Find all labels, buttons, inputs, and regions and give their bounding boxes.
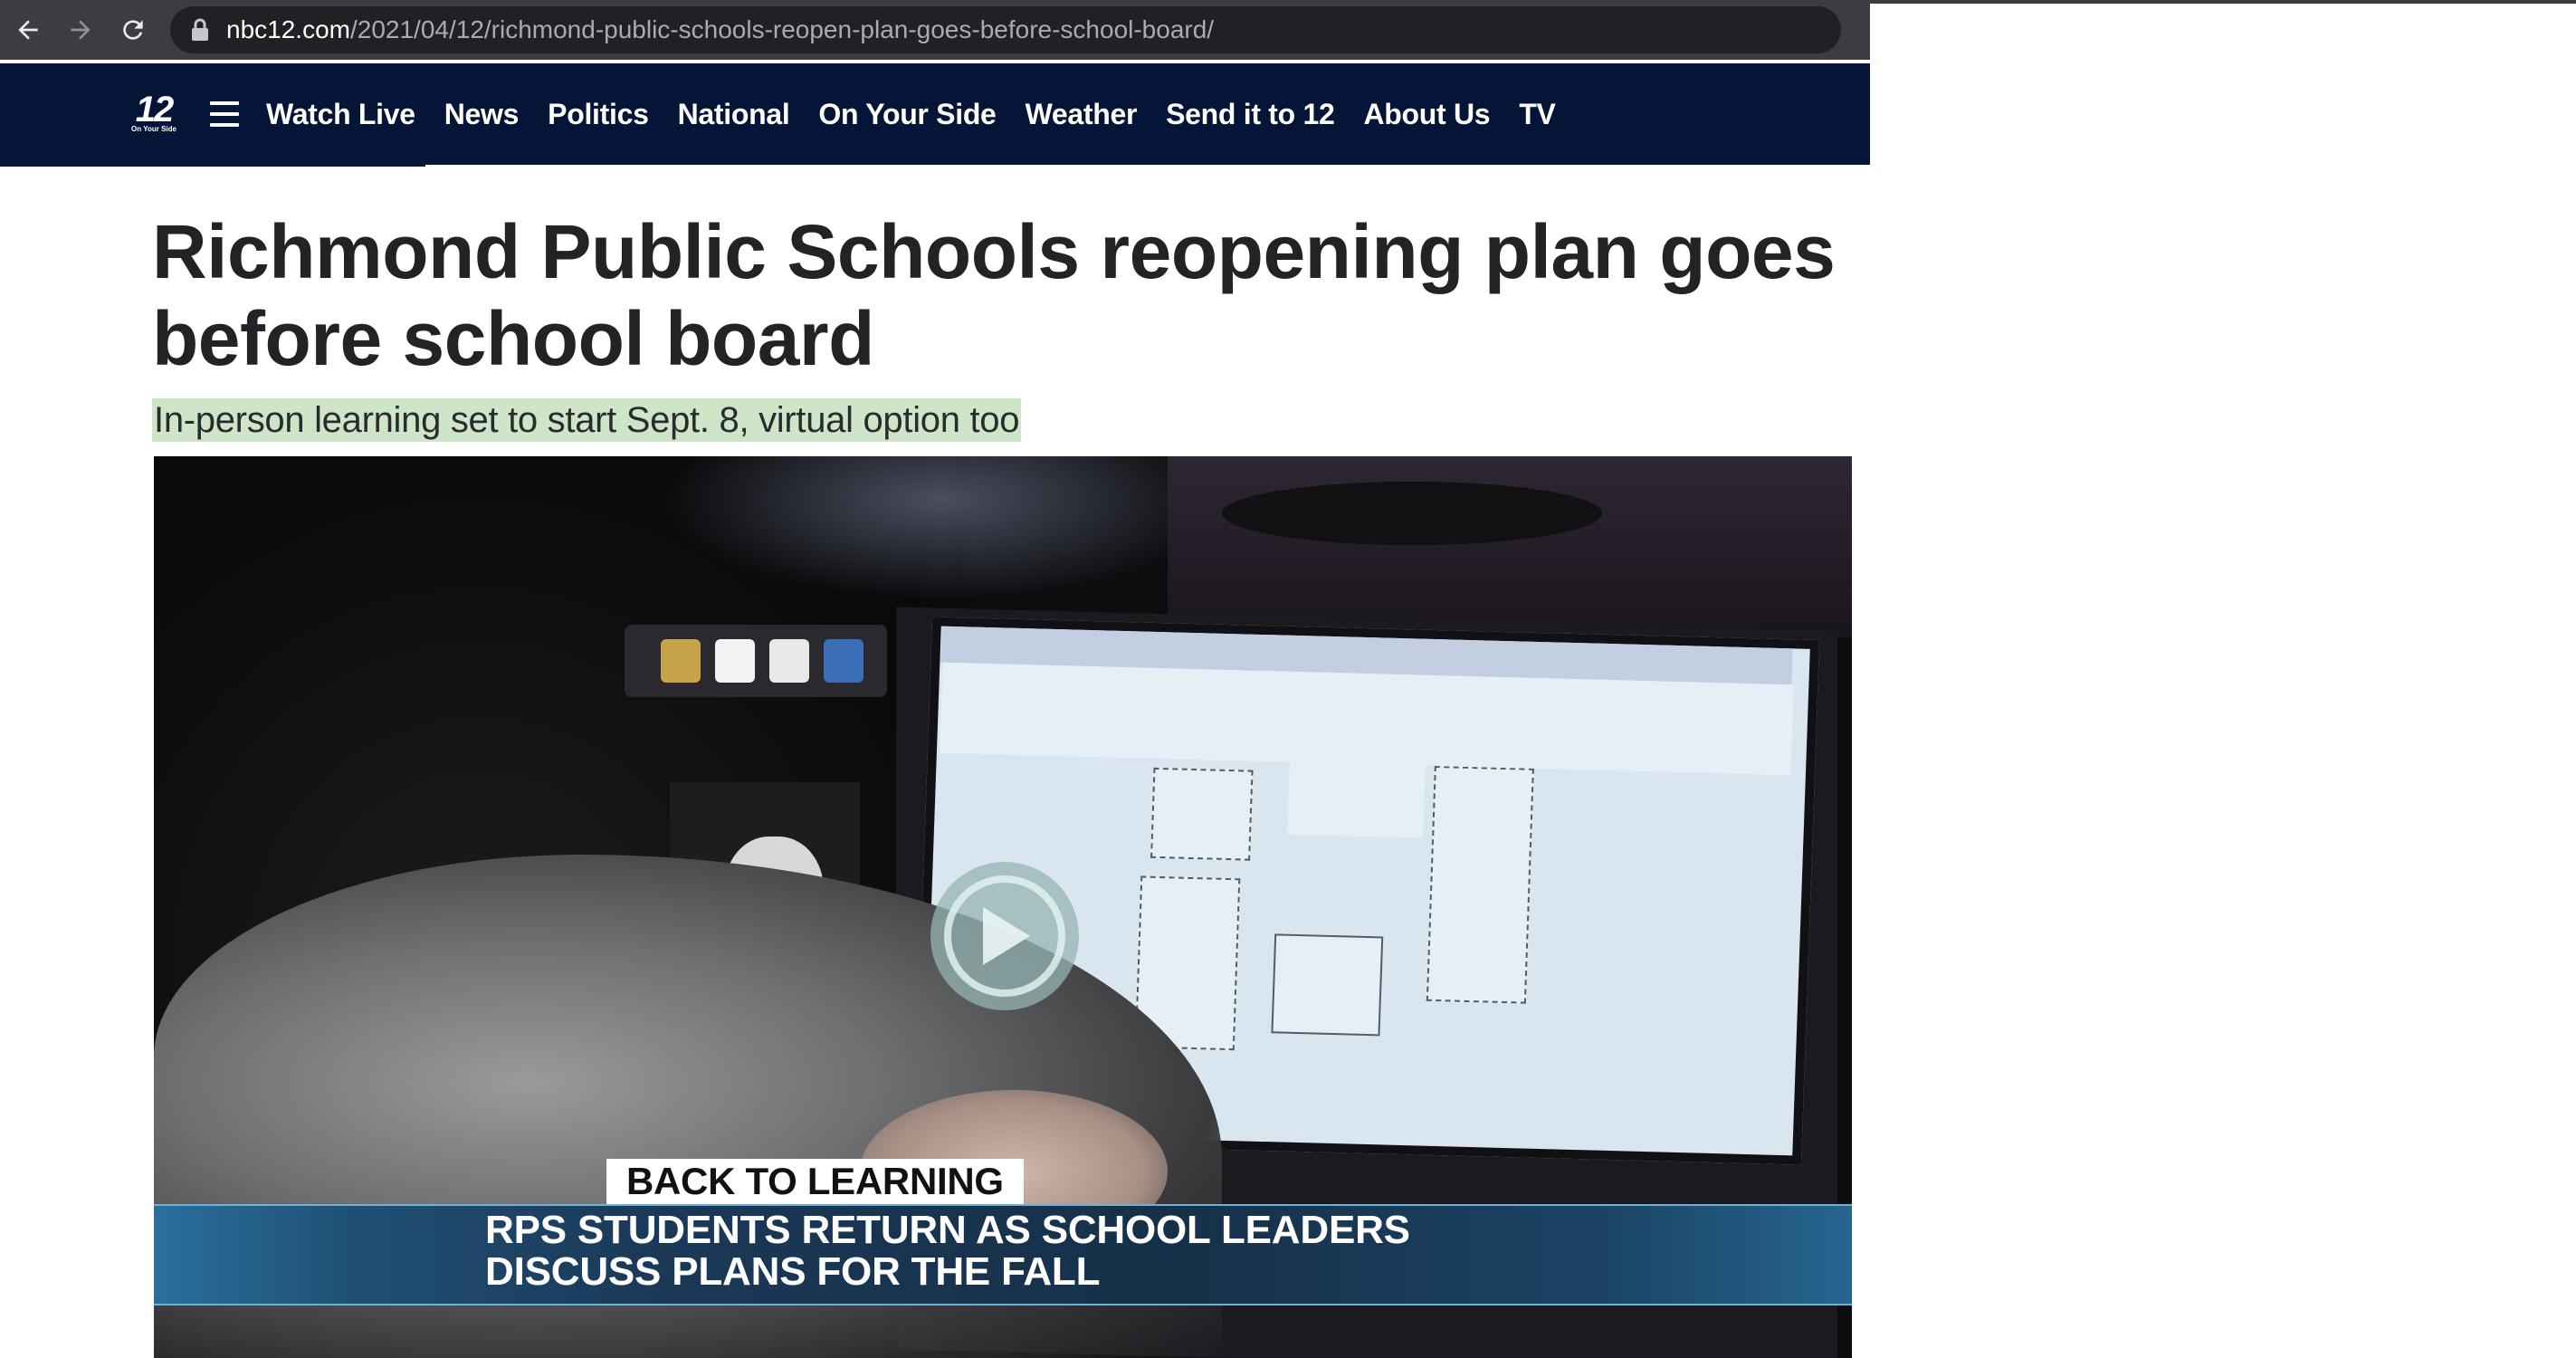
nav-underline [0, 163, 425, 167]
reload-button[interactable] [109, 5, 157, 54]
nav-watch-live[interactable]: Watch Live [266, 98, 415, 131]
video-dock [625, 625, 887, 697]
video-player[interactable]: BACK TO LEARNING RPS STUDENTS RETURN AS … [154, 456, 1852, 1358]
play-ring [944, 875, 1065, 997]
forward-button[interactable] [56, 5, 105, 54]
nav-news[interactable]: News [444, 98, 520, 131]
lock-icon [192, 18, 208, 41]
article-subhead: In-person learning set to start Sept. 8,… [152, 398, 1022, 442]
nav-about-us[interactable]: About Us [1364, 98, 1491, 131]
back-button[interactable] [4, 5, 52, 54]
browser-toolbar: nbc12.com/2021/04/12/richmond-public-sch… [0, 0, 1870, 60]
article-headline: Richmond Public Schools reopening plan g… [152, 209, 1836, 381]
play-icon [983, 907, 1030, 965]
nav-politics[interactable]: Politics [548, 98, 649, 131]
logo-number: 12 [135, 90, 174, 129]
video-wallpaper [661, 456, 1222, 601]
video-mouse [1222, 482, 1602, 545]
nav-weather[interactable]: Weather [1026, 98, 1138, 131]
arrow-left-icon [18, 20, 38, 40]
blank-area [1870, 0, 2576, 1358]
logo-tagline: On Your Side [131, 125, 177, 133]
nav-national[interactable]: National [678, 98, 790, 131]
url-path: /2021/04/12/richmond-public-schools-reop… [349, 15, 1215, 43]
site-navbar: 12 On Your Side Watch Live News Politics… [0, 63, 1870, 165]
lower-third-caption: RPS STUDENTS RETURN AS SCHOOL LEADERS DI… [485, 1210, 1410, 1293]
nav-send-it-to-12[interactable]: Send it to 12 [1166, 98, 1335, 131]
lower-third-label: BACK TO LEARNING [606, 1159, 1024, 1204]
address-bar[interactable]: nbc12.com/2021/04/12/richmond-public-sch… [170, 6, 1841, 53]
play-button[interactable] [930, 862, 1079, 1010]
caption-line-1: RPS STUDENTS RETURN AS SCHOOL LEADERS [485, 1208, 1410, 1252]
nav-on-your-side[interactable]: On Your Side [818, 98, 996, 131]
nbc12-logo[interactable]: 12 On Your Side [125, 90, 183, 136]
arrow-right-icon [71, 20, 91, 40]
url-domain: nbc12.com [226, 15, 350, 43]
nav-tv[interactable]: TV [1519, 98, 1556, 131]
reload-icon [123, 20, 143, 40]
video-monitor-top [1168, 456, 1852, 637]
hamburger-menu-icon[interactable] [210, 101, 239, 127]
nav-links: Watch Live News Politics National On You… [266, 98, 1585, 131]
caption-line-2: DISCUSS PLANS FOR THE FALL [485, 1249, 1101, 1294]
